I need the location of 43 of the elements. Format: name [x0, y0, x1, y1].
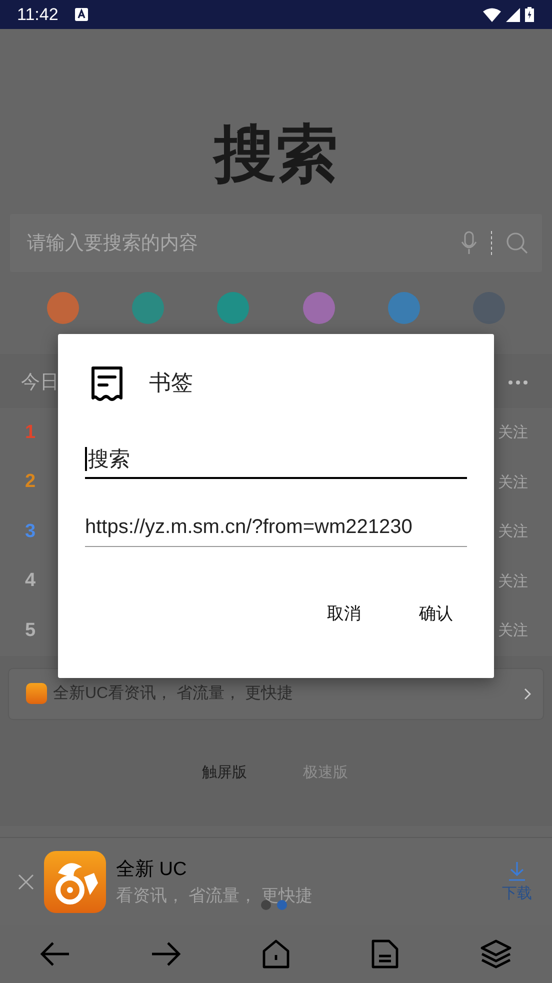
logo: 搜索	[214, 120, 338, 190]
dialog-title: 书签	[149, 369, 193, 397]
input-field[interactable]: 搜索	[85, 440, 467, 479]
app-title: 全新 UC	[116, 858, 188, 882]
download-button[interactable]: 下载	[502, 860, 532, 902]
chevron-icon	[524, 688, 531, 700]
follow-link[interactable]: 关注	[498, 423, 528, 442]
follow-link[interactable]: 关注	[498, 522, 528, 542]
version-tab[interactable]: 触屏版	[202, 762, 247, 782]
rank-number: 1	[25, 422, 36, 444]
back-icon[interactable]	[40, 941, 70, 967]
close-icon[interactable]	[18, 874, 34, 890]
app-logo-icon	[44, 850, 106, 912]
rank-number: 2	[25, 471, 36, 494]
forward-icon[interactable]	[151, 941, 181, 967]
rank-number: 3	[25, 520, 36, 543]
download-icon	[507, 860, 527, 880]
battery-icon	[525, 7, 534, 22]
shortcut-icon[interactable]	[47, 292, 79, 324]
signal-icon	[506, 8, 520, 22]
follow-link[interactable]: 关注	[498, 621, 528, 640]
shortcut-icon[interactable]	[217, 292, 250, 324]
input-field[interactable]: https://yz.m.sm.cn/?from=wm221230	[85, 509, 467, 547]
document-icon[interactable]	[371, 939, 399, 969]
more-icon[interactable]	[508, 380, 528, 384]
clock: 11:42	[17, 4, 58, 24]
receipt-icon	[90, 365, 124, 401]
section-title: 今日	[21, 371, 59, 395]
rank-number: 5	[25, 620, 36, 642]
shortcut-icon[interactable]	[302, 292, 335, 324]
layers-icon[interactable]	[480, 939, 512, 969]
wifi-icon	[483, 8, 501, 22]
home-icon[interactable]	[262, 939, 290, 969]
shortcut-icon[interactable]	[388, 292, 420, 324]
search-icon[interactable]	[506, 232, 528, 254]
app-logo-icon	[26, 683, 47, 704]
follow-link[interactable]: 关注	[498, 472, 528, 492]
rank-number: 4	[25, 570, 36, 592]
notification-icon	[75, 8, 88, 21]
microphone-icon[interactable]	[461, 231, 477, 255]
follow-link[interactable]: 关注	[498, 572, 528, 591]
search-field[interactable]: 请输入要搜索的内容	[10, 214, 542, 272]
shortcut-icon[interactable]	[132, 292, 164, 324]
